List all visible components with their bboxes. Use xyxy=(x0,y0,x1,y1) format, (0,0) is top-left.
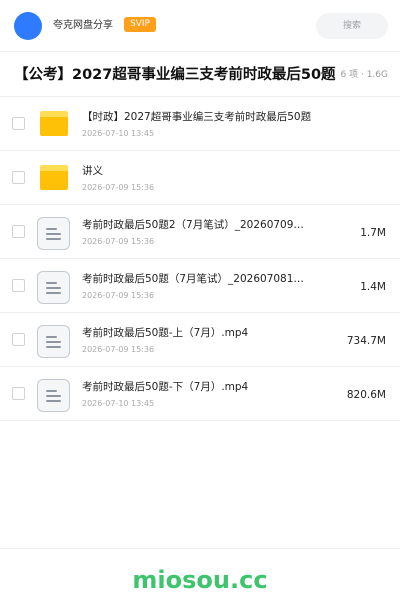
file-size: 1.7M xyxy=(360,227,386,239)
file-name: 考前时政最后50题-上（7月）.mp4 xyxy=(82,327,249,339)
share-meta: 共 6 项 · 1.6G xyxy=(328,70,388,80)
row-checkbox[interactable] xyxy=(12,225,25,238)
row-checkbox[interactable] xyxy=(12,333,25,346)
watermark: miosou.cc xyxy=(132,566,268,594)
folder-icon xyxy=(40,165,68,190)
file-name: 考前时政最后50题2（7月笔试）_20260709… xyxy=(82,219,304,231)
file-date: 2026-07-09 15:36 xyxy=(82,183,155,192)
list-item[interactable]: 考前时政最后50题-下（7月）.mp4 2026-07-10 13:45 820… xyxy=(0,367,400,421)
list-item[interactable]: 考前时政最后50题-上（7月）.mp4 2026-07-09 15:36 734… xyxy=(0,313,400,367)
file-date: 2026-07-09 15:36 xyxy=(82,345,155,354)
row-checkbox[interactable] xyxy=(12,387,25,400)
row-checkbox[interactable] xyxy=(12,171,25,184)
file-name: 【时政】2027超哥事业编三支考前时政最后50题 xyxy=(82,111,312,123)
file-date: 2026-07-10 13:45 xyxy=(82,399,155,408)
document-icon xyxy=(37,217,70,250)
file-name: 考前时政最后50题-下（7月）.mp4 xyxy=(82,381,249,393)
file-date: 2026-07-09 15:36 xyxy=(82,291,155,300)
file-date: 2026-07-10 13:45 xyxy=(82,129,155,138)
video-file-icon xyxy=(37,379,70,412)
list-item[interactable]: 讲义 2026-07-09 15:36 xyxy=(0,151,400,205)
file-date: 2026-07-09 15:36 xyxy=(82,237,155,246)
avatar[interactable] xyxy=(14,12,42,40)
row-checkbox[interactable] xyxy=(12,117,25,130)
row-checkbox[interactable] xyxy=(12,279,25,292)
page-title: 【公考】2027超哥事业编三支考前时政最后50题 xyxy=(14,65,338,85)
video-file-icon xyxy=(37,325,70,358)
document-icon xyxy=(37,271,70,304)
file-size: 734.7M xyxy=(346,335,386,347)
svip-badge: SVIP xyxy=(124,17,156,32)
share-header: 夸克网盘分享 SVIP 搜索 xyxy=(0,0,400,52)
file-size: 820.6M xyxy=(346,389,386,401)
owner-name: 夸克网盘分享 xyxy=(53,20,113,31)
list-item[interactable]: 考前时政最后50题（7月笔试）_202607081… 2026-07-09 15… xyxy=(0,259,400,313)
share-title-bar: 【公考】2027超哥事业编三支考前时政最后50题 共 6 项 · 1.6G xyxy=(0,53,400,97)
list-item[interactable]: 【时政】2027超哥事业编三支考前时政最后50题 2026-07-10 13:4… xyxy=(0,97,400,151)
list-item[interactable]: 考前时政最后50题2（7月笔试）_20260709… 2026-07-09 15… xyxy=(0,205,400,259)
file-name: 考前时政最后50题（7月笔试）_202607081… xyxy=(82,273,304,285)
folder-icon xyxy=(40,111,68,136)
file-size: 1.4M xyxy=(360,281,386,293)
file-name: 讲义 xyxy=(82,165,103,177)
search-input[interactable]: 搜索 xyxy=(316,13,388,39)
